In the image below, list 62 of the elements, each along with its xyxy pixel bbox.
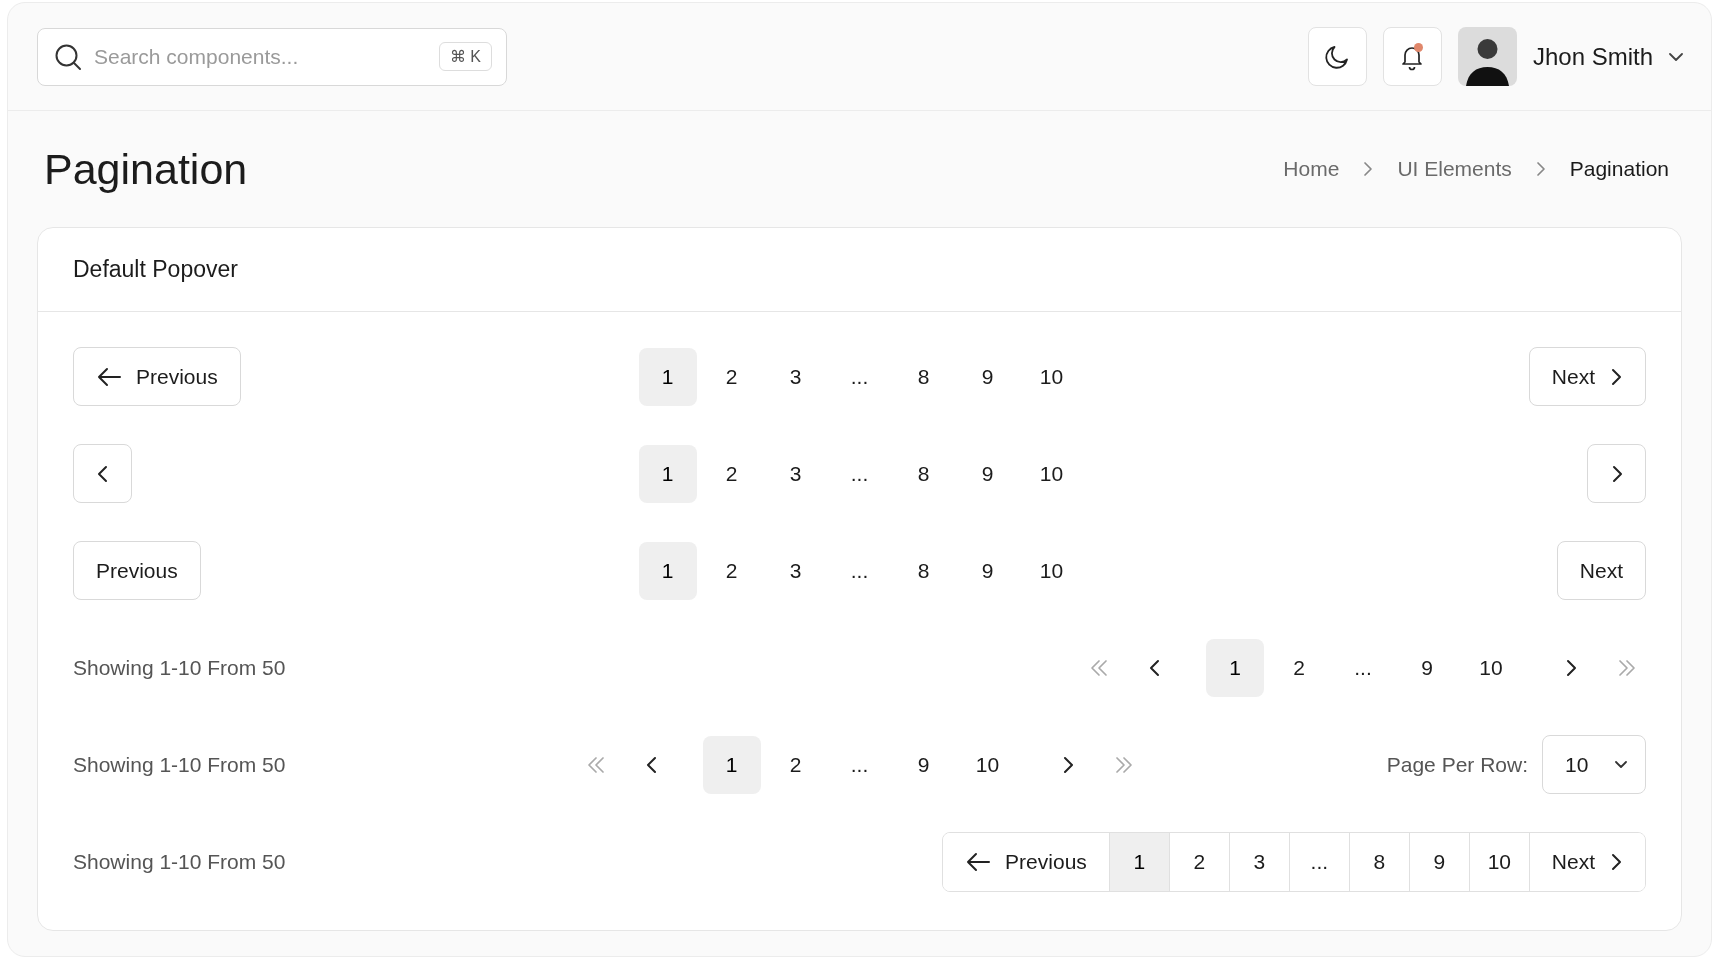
page-button[interactable]: 9 — [958, 444, 1017, 503]
page-button[interactable]: 8 — [894, 347, 953, 406]
showing-text: Showing 1-10 From 50 — [73, 849, 286, 874]
chevron-down-icon — [1615, 761, 1627, 768]
page-button[interactable]: 1 — [702, 735, 761, 794]
page-button[interactable]: 2 — [702, 347, 761, 406]
page-ellipsis: ... — [1353, 654, 1373, 681]
page-button[interactable]: 2 — [1270, 638, 1328, 697]
page-button[interactable]: 1 — [638, 541, 697, 600]
page-button[interactable]: 9 — [958, 541, 1017, 600]
chevron-right-icon — [1609, 851, 1623, 872]
page-button[interactable]: 3 — [766, 541, 825, 600]
page-button[interactable]: 2 — [766, 735, 825, 794]
breadcrumb-item: Pagination — [1569, 157, 1669, 181]
next-button[interactable]: Next — [1556, 541, 1646, 600]
per-row-label: Page Per Row: — [1386, 752, 1528, 777]
chevron-right-icon — [1609, 366, 1623, 387]
page-ellipsis: ... — [849, 751, 870, 778]
page-button[interactable]: 10 — [958, 735, 1017, 794]
page-button[interactable]: 3 — [766, 347, 825, 406]
page-ellipsis: ... — [849, 363, 870, 390]
page-button[interactable]: 2 — [702, 541, 761, 600]
page-button[interactable]: 1 — [638, 444, 697, 503]
showing-text: Showing 1-10 From 50 — [73, 655, 286, 680]
page-button[interactable]: 3 — [766, 444, 825, 503]
page-button[interactable]: 9 — [1398, 638, 1456, 697]
theme-toggle-button[interactable] — [1307, 27, 1367, 86]
previous-button[interactable]: Previous — [943, 832, 1110, 891]
page-button[interactable]: 10 — [1462, 638, 1520, 697]
chevron-down-icon[interactable] — [1669, 52, 1683, 61]
per-row-select[interactable]: 10 — [1542, 735, 1646, 794]
page-button[interactable]: 1 — [1109, 832, 1170, 891]
shortcut-hint: ⌘ K — [438, 42, 492, 71]
search-icon — [54, 42, 82, 71]
search-field[interactable]: Search components... ⌘ K — [37, 27, 507, 86]
notification-button[interactable] — [1382, 27, 1442, 86]
chevron-left-icon — [95, 463, 110, 484]
page-ellipsis: ... — [849, 557, 870, 584]
page-button[interactable]: 1 — [638, 347, 697, 406]
arrow-left-icon — [965, 850, 992, 873]
page-button[interactable]: 8 — [894, 444, 953, 503]
search-input[interactable]: Search components... — [92, 43, 429, 70]
next-button[interactable]: Next — [1528, 347, 1646, 406]
page-button[interactable]: 9 — [958, 347, 1017, 406]
page-ellipsis: ... — [849, 460, 870, 487]
user-name[interactable]: Jhon Smith — [1532, 42, 1653, 71]
avatar — [1457, 27, 1517, 86]
page-title: Pagination — [44, 144, 248, 194]
page-button[interactable]: 1 — [1206, 638, 1264, 697]
page-button[interactable]: 9 — [894, 735, 953, 794]
page-button[interactable]: 10 — [1022, 541, 1081, 600]
card-title: Default Popover — [73, 256, 238, 283]
page-button[interactable]: 2 — [702, 444, 761, 503]
showing-text: Showing 1-10 From 50 — [73, 752, 286, 777]
arrow-left-icon — [96, 365, 122, 388]
page-button[interactable]: 8 — [894, 541, 953, 600]
page-button[interactable]: 10 — [1022, 347, 1081, 406]
page-button[interactable]: 10 — [1022, 444, 1081, 503]
previous-button[interactable]: Previous — [73, 347, 241, 406]
breadcrumb-item[interactable]: UI Elements — [1397, 157, 1512, 181]
breadcrumb-item[interactable]: Home — [1283, 157, 1340, 181]
previous-button[interactable]: Previous — [73, 541, 201, 600]
